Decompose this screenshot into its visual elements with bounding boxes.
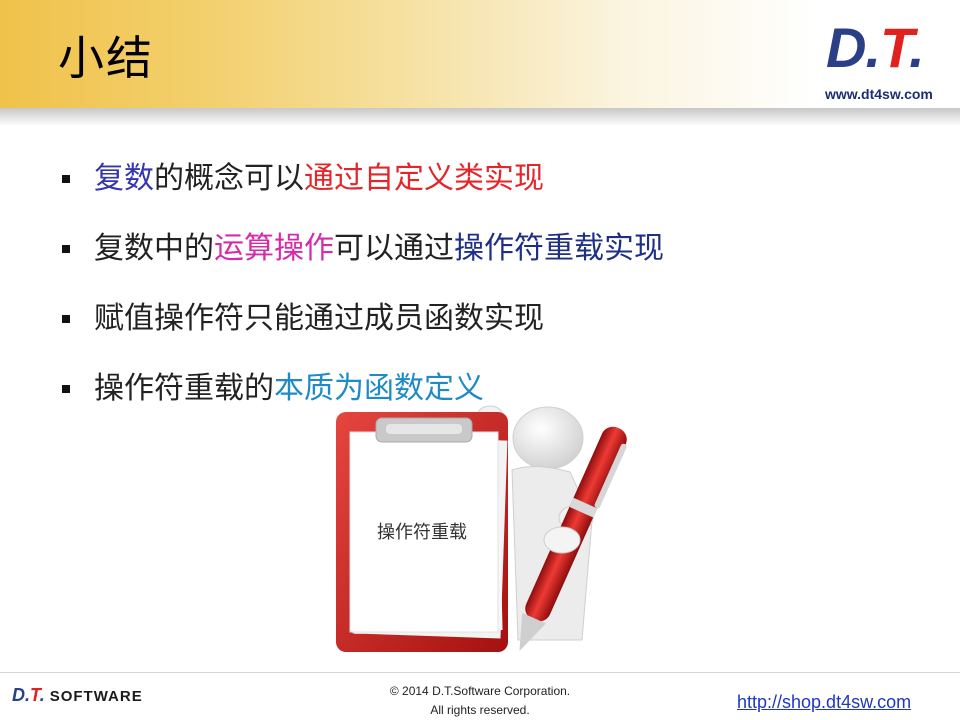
clipboard: 操作符重载	[336, 412, 508, 652]
slide-title: 小结	[58, 31, 154, 85]
bullet-text-part: 可以通过	[334, 231, 454, 266]
clipboard-pen-illustration: 操作符重载	[336, 405, 627, 652]
bullet-text-part: 运算操作	[214, 231, 334, 266]
bullet-text-part: 复数	[94, 161, 154, 196]
bullet-text-part: 通过自定义类实现	[304, 161, 544, 196]
logo-letter-t: T	[880, 16, 910, 79]
bullet-text: 复数中的运算操作可以通过操作符重载实现	[94, 228, 664, 270]
bullet-text-part: 的概念可以	[154, 161, 304, 196]
shop-link[interactable]: http://shop.dt4sw.com	[737, 692, 911, 713]
bullet-text-part: 操作符重载的	[94, 371, 274, 406]
bullet-text-part: 赋值操作符只能通过成员函数实现	[94, 301, 544, 336]
clipboard-text: 操作符重载	[377, 522, 467, 543]
bullet-square-icon	[62, 175, 70, 183]
footer-divider	[0, 672, 960, 673]
dt-logo: D.T.	[826, 16, 925, 79]
bullet-square-icon	[62, 245, 70, 253]
logo-dot-1: .	[865, 16, 881, 79]
bullet-square-icon	[62, 315, 70, 323]
bullet-text-part: 复数中的	[94, 231, 214, 266]
header-shadow	[0, 108, 960, 126]
site-url: www.dt4sw.com	[825, 86, 933, 102]
logo-letter-d: D	[826, 16, 866, 79]
bullet-text: 赋值操作符只能通过成员函数实现	[94, 298, 544, 340]
bullet-square-icon	[62, 385, 70, 393]
bullet-text: 复数的概念可以通过自定义类实现	[94, 158, 544, 200]
logo-dot-2: .	[909, 16, 925, 79]
bullet-text-part: 操作符重载实现	[454, 231, 664, 266]
